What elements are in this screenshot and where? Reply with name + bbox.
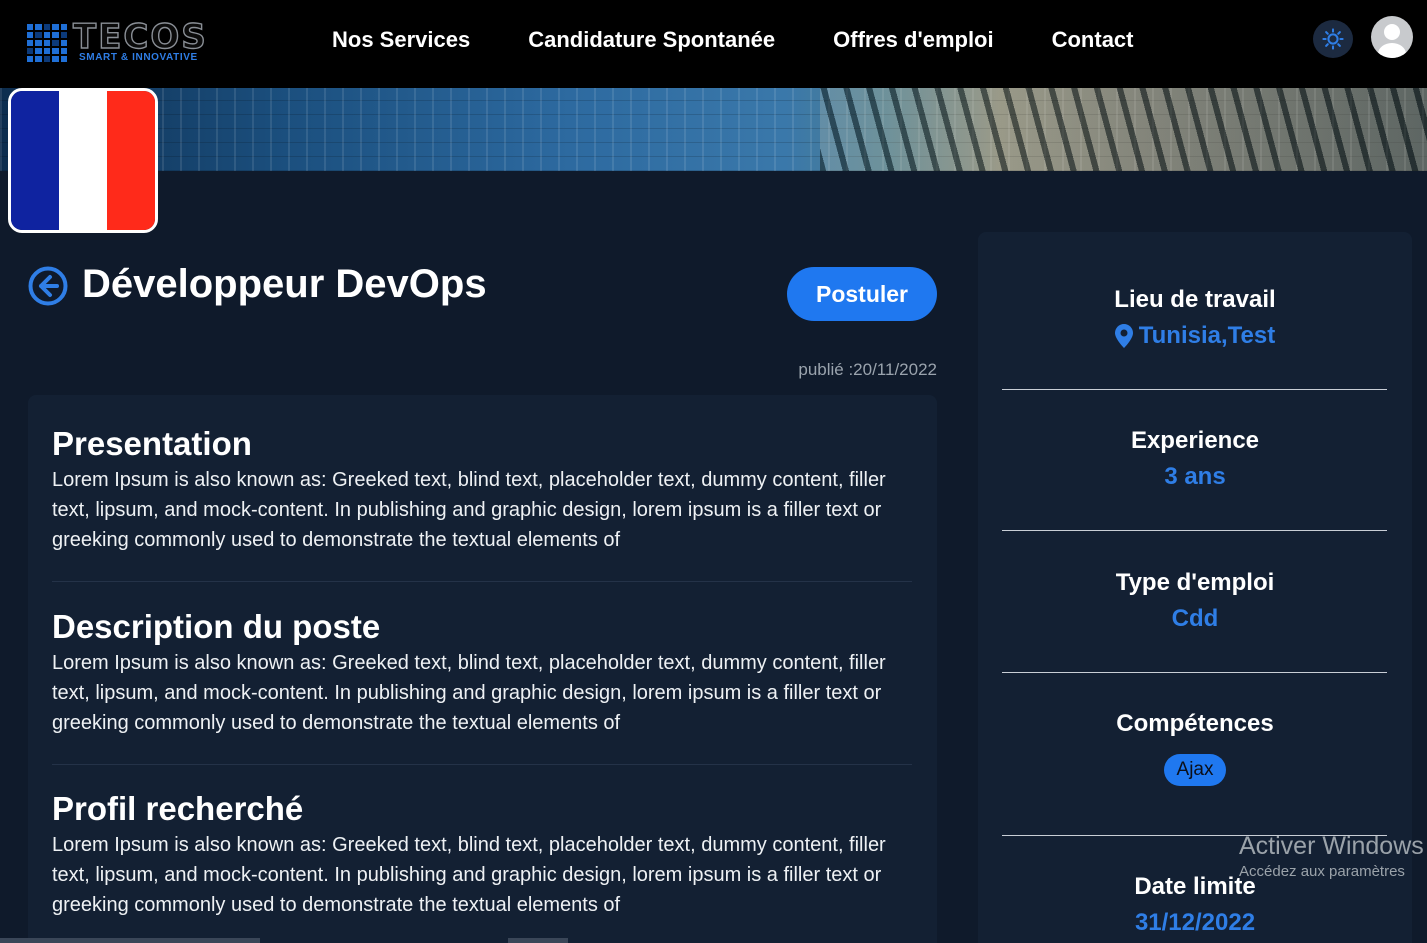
theme-toggle-button[interactable] bbox=[1313, 20, 1353, 58]
detail-divider bbox=[1002, 389, 1387, 390]
top-navbar: TECOS SMART & INNOVATIVE Nos Services Ca… bbox=[0, 0, 1427, 88]
detail-divider bbox=[1002, 530, 1387, 531]
apply-button[interactable]: Postuler bbox=[787, 267, 937, 321]
nav-link-contact[interactable]: Contact bbox=[1052, 27, 1134, 53]
section-body: Lorem Ipsum is also known as: Greeked te… bbox=[52, 652, 886, 734]
detail-value: 31/12/2022 bbox=[1134, 909, 1256, 936]
tecos-logo[interactable]: TECOS SMART & INNOVATIVE bbox=[27, 17, 208, 63]
nav-link-services[interactable]: Nos Services bbox=[332, 27, 470, 53]
published-date: publié :20/11/2022 bbox=[798, 360, 937, 379]
scroll-indicator bbox=[0, 938, 260, 943]
job-title: Développeur DevOps bbox=[82, 262, 487, 306]
section-heading: Description du poste bbox=[52, 608, 381, 645]
detail-label: Lieu de travail bbox=[1114, 286, 1276, 313]
skill-chip: Ajax bbox=[1163, 754, 1227, 786]
nav-link-offres[interactable]: Offres d'emploi bbox=[833, 27, 993, 53]
detail-value: 3 ans bbox=[1164, 463, 1226, 490]
job-description-card: Presentation Lorem Ipsum is also known a… bbox=[28, 395, 937, 943]
section-heading: Presentation bbox=[52, 425, 252, 462]
detail-label: Compétences bbox=[1116, 710, 1274, 737]
scroll-indicator bbox=[508, 938, 568, 943]
detail-value: Cdd bbox=[1171, 605, 1219, 632]
detail-label: Experience bbox=[1130, 427, 1260, 454]
section-description: Description du poste Lorem Ipsum is also… bbox=[52, 608, 912, 738]
detail-label: Type d'emploi bbox=[1115, 569, 1275, 596]
detail-skills: Compétences Ajax bbox=[978, 710, 1412, 786]
windows-activation-watermark: Activer Windows Accédez aux paramètres bbox=[1239, 832, 1424, 880]
header-banner-image bbox=[0, 88, 1427, 171]
logo-wordmark: TECOS bbox=[72, 17, 208, 57]
detail-value: Tunisia,Test bbox=[1138, 322, 1276, 349]
detail-deadline: Date limite 31/12/2022 bbox=[978, 873, 1412, 937]
france-flag-icon bbox=[8, 88, 158, 233]
logo-grid-icon bbox=[27, 23, 67, 62]
section-presentation: Presentation Lorem Ipsum is also known a… bbox=[52, 425, 912, 555]
detail-experience: Experience 3 ans bbox=[978, 427, 1412, 491]
section-divider bbox=[52, 764, 912, 765]
nav-link-candidature[interactable]: Candidature Spontanée bbox=[528, 27, 775, 53]
watermark-title: Activer Windows bbox=[1239, 832, 1424, 860]
section-profil: Profil recherché Lorem Ipsum is also kno… bbox=[52, 790, 912, 920]
back-arrow-icon[interactable] bbox=[28, 266, 68, 306]
section-body: Lorem Ipsum is also known as: Greeked te… bbox=[52, 834, 886, 916]
watermark-subtitle: Accédez aux paramètres bbox=[1239, 863, 1405, 880]
user-avatar-icon[interactable] bbox=[1371, 16, 1413, 58]
section-heading: Profil recherché bbox=[52, 790, 304, 827]
logo-tagline: SMART & INNOVATIVE bbox=[79, 52, 198, 63]
detail-location: Lieu de travail Tunisia,Test bbox=[978, 286, 1412, 350]
map-pin-icon bbox=[1114, 324, 1133, 348]
section-body: Lorem Ipsum is also known as: Greeked te… bbox=[52, 469, 886, 551]
detail-divider bbox=[1002, 672, 1387, 673]
sun-icon bbox=[1322, 28, 1344, 50]
section-divider bbox=[52, 581, 912, 582]
detail-type: Type d'emploi Cdd bbox=[978, 569, 1412, 633]
main-nav: Nos Services Candidature Spontanée Offre… bbox=[332, 27, 1192, 53]
